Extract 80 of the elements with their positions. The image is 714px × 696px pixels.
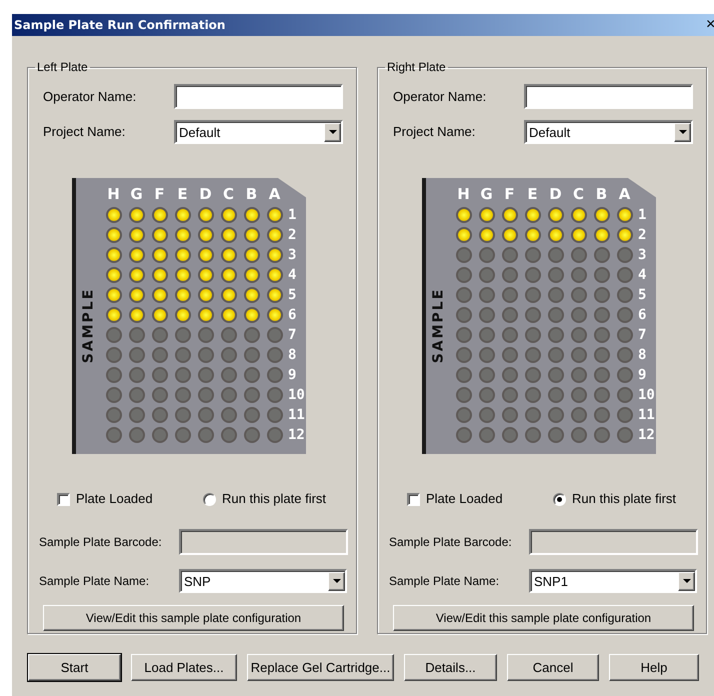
plate-side-label: SAMPLE <box>430 287 448 363</box>
row-label: 11 <box>638 408 655 422</box>
dropdown-field[interactable]: Default <box>174 120 343 144</box>
field-label: Project Name: <box>43 123 126 142</box>
row-label: 5 <box>288 288 296 302</box>
operator-name-field[interactable] <box>524 84 693 109</box>
row-label: 2 <box>288 228 296 242</box>
row-label: 6 <box>288 308 296 322</box>
column-label: D <box>548 184 563 205</box>
field-label: Sample Plate Name: <box>39 573 150 590</box>
dialog-button[interactable]: Cancel <box>507 654 599 681</box>
radio-button[interactable] <box>203 492 216 506</box>
column-label: F <box>153 184 166 205</box>
row-label: 10 <box>638 388 655 402</box>
dropdown-field[interactable]: Default <box>524 120 693 144</box>
column-label: A <box>268 184 282 205</box>
column-label: A <box>618 184 632 205</box>
row-label: 12 <box>288 428 305 442</box>
row-label: 7 <box>638 328 646 342</box>
view-edit-button[interactable]: View/Edit this sample plate configuration <box>43 605 344 631</box>
field-label: Sample Plate Barcode: <box>389 534 513 551</box>
dialog-button[interactable]: Help <box>609 654 699 681</box>
row-label: 3 <box>288 248 296 262</box>
dropdown-arrow-icon <box>328 130 336 134</box>
window-title: Sample Plate Run Confirmation <box>14 17 226 34</box>
dialog-button[interactable]: Details... <box>404 654 497 681</box>
dialog-button[interactable]: Replace Gel Cartridge... <box>247 654 394 681</box>
row-label: 4 <box>638 268 646 282</box>
dropdown-arrow-icon <box>332 579 340 583</box>
row-label: 4 <box>288 268 296 282</box>
close-button[interactable]: × <box>706 17 714 33</box>
dropdown-arrow-icon <box>682 579 690 583</box>
plate-side-label: SAMPLE <box>80 287 98 363</box>
field-label: Operator Name: <box>43 88 138 106</box>
checkbox[interactable] <box>57 492 70 506</box>
row-label: 10 <box>288 388 305 402</box>
column-label: F <box>503 184 516 205</box>
row-label: 8 <box>638 348 646 362</box>
field-label: Operator Name: <box>393 88 488 106</box>
dropdown-field[interactable]: SNP1 <box>529 569 697 593</box>
field-label: Sample Plate Barcode: <box>39 534 163 551</box>
radio-label: Run this plate first <box>222 490 326 508</box>
row-label: 12 <box>638 428 655 442</box>
checkbox-label: Plate Loaded <box>76 490 154 508</box>
column-label: B <box>244 184 258 205</box>
view-edit-button[interactable]: View/Edit this sample plate configuration <box>393 605 694 631</box>
group-title: Right Plate <box>386 59 447 76</box>
dialog-button[interactable]: Load Plates... <box>131 654 237 681</box>
column-label: C <box>572 184 585 205</box>
row-label: 9 <box>288 368 296 382</box>
column-label: G <box>479 184 494 205</box>
row-label: 9 <box>638 368 646 382</box>
column-label: H <box>106 184 121 205</box>
operator-name-field[interactable] <box>174 84 343 109</box>
column-label: E <box>176 184 189 205</box>
radio-label: Run this plate first <box>572 490 676 508</box>
dialog-button[interactable]: Start <box>28 654 121 681</box>
column-label: C <box>222 184 235 205</box>
row-label: 11 <box>288 408 305 422</box>
row-label: 2 <box>638 228 646 242</box>
dropdown-arrow-icon <box>678 130 686 134</box>
group-title: Left Plate <box>36 59 89 76</box>
column-label: H <box>456 184 471 205</box>
row-label: 1 <box>288 208 296 222</box>
radio-button[interactable] <box>553 492 566 506</box>
row-label: 8 <box>288 348 296 362</box>
row-label: 3 <box>638 248 646 262</box>
row-label: 7 <box>288 328 296 342</box>
column-label: G <box>129 184 144 205</box>
row-label: 1 <box>638 208 646 222</box>
field-label: Project Name: <box>393 123 476 142</box>
checkbox-label: Plate Loaded <box>426 490 504 508</box>
row-label: 6 <box>638 308 646 322</box>
checkbox[interactable] <box>407 492 420 506</box>
column-label: B <box>594 184 608 205</box>
column-label: E <box>526 184 539 205</box>
field-label: Sample Plate Name: <box>389 573 500 590</box>
dropdown-field[interactable]: SNP <box>179 569 347 593</box>
row-label: 5 <box>638 288 646 302</box>
column-label: D <box>198 184 213 205</box>
